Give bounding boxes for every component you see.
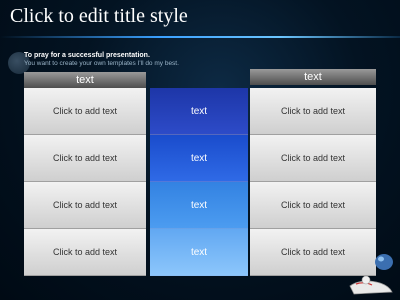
left-cell-4[interactable]: Click to add text: [24, 229, 146, 276]
subtitle-subtext: You want to create your own templates I'…: [24, 60, 179, 67]
right-cell-2[interactable]: Click to add text: [250, 135, 376, 182]
middle-cell-2[interactable]: text: [150, 135, 248, 182]
left-cell-2[interactable]: Click to add text: [24, 135, 146, 182]
hand-globe-logo-icon: [349, 254, 393, 295]
middle-cell-4[interactable]: text: [150, 229, 248, 276]
title-divider: [0, 36, 400, 38]
middle-cell-3[interactable]: text: [150, 182, 248, 229]
right-cell-1[interactable]: Click to add text: [250, 88, 376, 135]
right-column-header[interactable]: text: [250, 69, 376, 85]
right-cell-3[interactable]: Click to add text: [250, 182, 376, 229]
slide-title[interactable]: Click to edit title style: [10, 5, 188, 28]
left-cell-1[interactable]: Click to add text: [24, 88, 146, 135]
subtitle-text: To pray for a successful presentation.: [24, 52, 150, 59]
left-cell-3[interactable]: Click to add text: [24, 182, 146, 229]
middle-cell-1[interactable]: text: [150, 88, 248, 135]
left-column-header[interactable]: text: [24, 72, 146, 88]
